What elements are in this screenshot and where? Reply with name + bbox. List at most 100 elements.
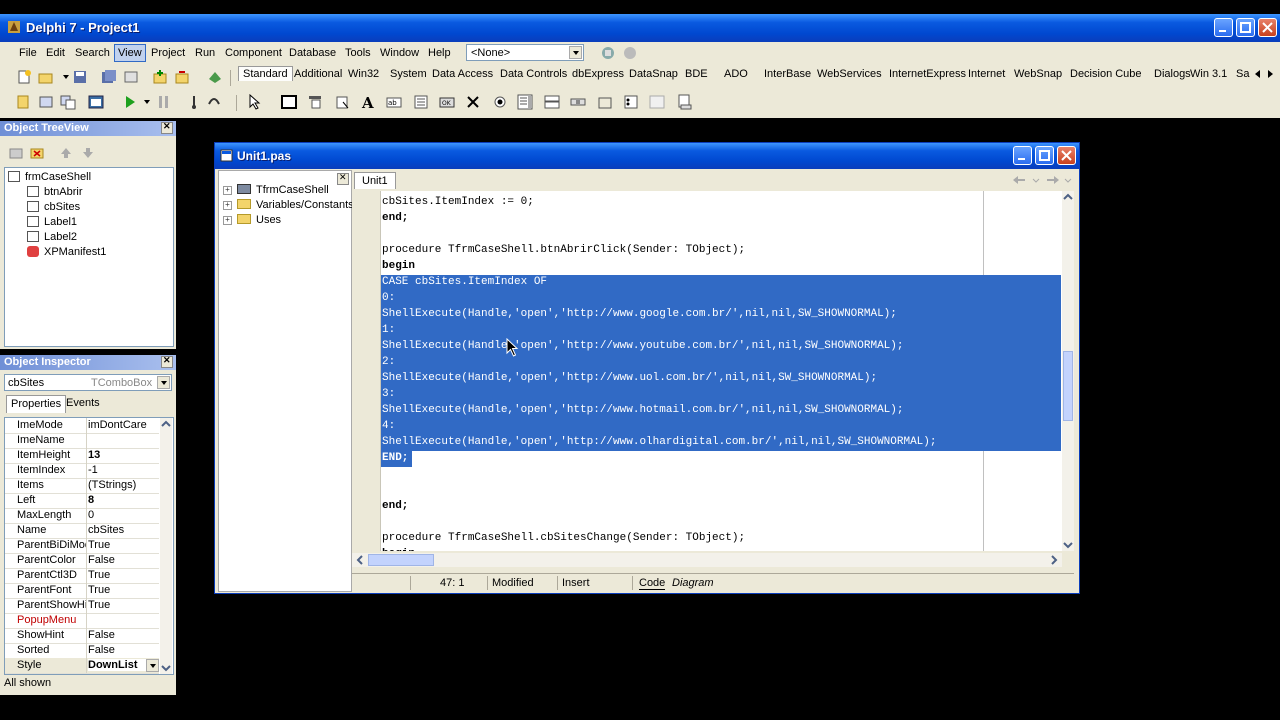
scroll-thumb[interactable] (1063, 351, 1073, 421)
chevron-down-icon[interactable] (569, 46, 582, 59)
minimize-button[interactable] (1013, 146, 1032, 165)
palette-tab-additional[interactable]: Additional (294, 68, 342, 80)
property-value[interactable]: True (88, 569, 158, 581)
menu-window[interactable]: Window (377, 46, 422, 60)
palette-tab-decision-cube[interactable]: Decision Cube (1070, 68, 1142, 80)
menu-run[interactable]: Run (192, 46, 218, 60)
treeview-title-bar[interactable]: Object TreeView (0, 121, 176, 136)
arrow-right-icon[interactable] (1046, 175, 1060, 185)
listbox-component-icon[interactable] (517, 94, 533, 110)
close-icon[interactable] (161, 355, 173, 368)
property-value[interactable]: cbSites (88, 524, 158, 536)
save-icon[interactable] (72, 69, 88, 85)
expand-icon[interactable]: + (223, 186, 232, 195)
property-value[interactable]: False (88, 644, 158, 656)
tab-properties[interactable]: Properties (6, 395, 67, 413)
chevron-down-icon[interactable] (160, 662, 172, 674)
palette-tab-internetexpress[interactable]: InternetExpress (889, 68, 966, 80)
property-value[interactable]: True (88, 539, 158, 551)
property-row[interactable]: ParentFont True (5, 583, 159, 599)
property-row[interactable]: ShowHint False (5, 628, 159, 644)
view-form-icon[interactable] (38, 94, 54, 110)
new-form-icon[interactable] (88, 94, 104, 110)
menu-database[interactable]: Database (286, 46, 339, 60)
property-value[interactable]: 8 (88, 494, 158, 506)
save-desktop-icon[interactable] (600, 45, 616, 61)
memo-component-icon[interactable] (413, 94, 429, 110)
chevron-down-icon[interactable] (1032, 175, 1040, 185)
property-value[interactable]: 13 (88, 449, 158, 461)
tree-item[interactable]: Label1 (27, 216, 77, 228)
maximize-button[interactable] (1035, 146, 1054, 165)
chevron-down-icon[interactable] (146, 659, 159, 672)
menu-view[interactable]: View (114, 44, 146, 62)
checkbox-component-icon[interactable] (465, 94, 481, 110)
property-row[interactable]: ParentColor False (5, 553, 159, 569)
open-icon[interactable] (38, 69, 54, 85)
view-unit-icon[interactable] (16, 94, 32, 110)
palette-tab-system[interactable]: System (390, 68, 427, 80)
new-item-icon[interactable] (8, 145, 24, 161)
pause-icon[interactable] (156, 94, 172, 110)
code-editor[interactable]: cbSites.ItemIndex := 0; end; procedure T… (352, 191, 1074, 551)
property-value[interactable]: 0 (88, 509, 158, 521)
help-contents-icon[interactable] (207, 69, 223, 85)
menu-help[interactable]: Help (425, 46, 454, 60)
tree-root[interactable]: frmCaseShell (8, 171, 91, 183)
open-project-icon[interactable] (123, 69, 139, 85)
radiobutton-component-icon[interactable] (492, 94, 508, 110)
property-value[interactable]: (TStrings) (88, 479, 158, 491)
toggle-form-unit-icon[interactable] (60, 94, 76, 110)
property-value[interactable]: imDontCare (88, 419, 158, 431)
arrow-down-icon[interactable] (80, 145, 96, 161)
chevron-up-icon[interactable] (1062, 191, 1074, 203)
tree-item[interactable]: Label2 (27, 231, 77, 243)
property-value[interactable]: False (88, 554, 158, 566)
frames-component-icon[interactable] (281, 94, 297, 110)
menu-edit[interactable]: Edit (43, 46, 68, 60)
property-row[interactable]: PopupMenu (5, 613, 159, 629)
actionlist-component-icon[interactable] (677, 94, 693, 110)
inspector-title-bar[interactable]: Object Inspector (0, 355, 176, 370)
property-value[interactable]: -1 (88, 464, 158, 476)
new-items-icon[interactable] (16, 69, 32, 85)
palette-tab-data-access[interactable]: Data Access (432, 68, 493, 80)
menu-project[interactable]: Project (148, 46, 188, 60)
property-row[interactable]: MaxLength 0 (5, 508, 159, 524)
explorer-item[interactable]: + Variables/Constants (223, 199, 354, 211)
palette-tab-interbase[interactable]: InterBase (764, 68, 811, 80)
palette-tab-data-controls[interactable]: Data Controls (500, 68, 567, 80)
property-row[interactable]: ParentShowHir True (5, 598, 159, 614)
property-row[interactable]: ImeName (5, 433, 159, 449)
palette-tab-bde[interactable]: BDE (685, 68, 708, 80)
arrow-up-icon[interactable] (58, 145, 74, 161)
close-icon[interactable] (161, 121, 173, 134)
expand-icon[interactable]: + (223, 201, 232, 210)
chevron-down-icon[interactable] (1062, 539, 1074, 551)
close-button[interactable] (1258, 18, 1277, 37)
property-row[interactable]: ParentCtl3D True (5, 568, 159, 584)
scrollbar-component-icon[interactable] (570, 94, 586, 110)
editor-vertical-scrollbar[interactable] (1062, 191, 1074, 551)
property-row[interactable]: Items (TStrings) (5, 478, 159, 494)
palette-tab-internet[interactable]: Internet (968, 68, 1005, 80)
desktop-layout-select[interactable]: <None> (466, 44, 584, 61)
menu-file[interactable]: File (16, 46, 40, 60)
palette-tab-ado[interactable]: ADO (724, 68, 748, 80)
step-over-icon[interactable] (206, 94, 222, 110)
palette-tab-dialogs[interactable]: Dialogs (1154, 68, 1191, 80)
chevron-down-icon[interactable] (1064, 175, 1072, 185)
groupbox-component-icon[interactable] (597, 94, 613, 110)
ide-title-bar[interactable]: Delphi 7 - Project1 (0, 14, 1280, 42)
add-to-project-icon[interactable] (152, 69, 168, 85)
property-grid-scrollbar[interactable] (160, 418, 172, 674)
arrow-left-icon[interactable] (1012, 175, 1026, 185)
property-row[interactable]: Left 8 (5, 493, 159, 509)
property-row-selected[interactable]: Style DownList (5, 658, 159, 674)
radiogroup-component-icon[interactable] (623, 94, 639, 110)
combobox-component-icon[interactable] (544, 94, 560, 110)
close-button[interactable] (1057, 146, 1076, 165)
chevron-left-icon[interactable] (1252, 68, 1264, 80)
palette-tab-win32[interactable]: Win32 (348, 68, 379, 80)
palette-tab-samples[interactable]: Sa (1236, 68, 1249, 80)
